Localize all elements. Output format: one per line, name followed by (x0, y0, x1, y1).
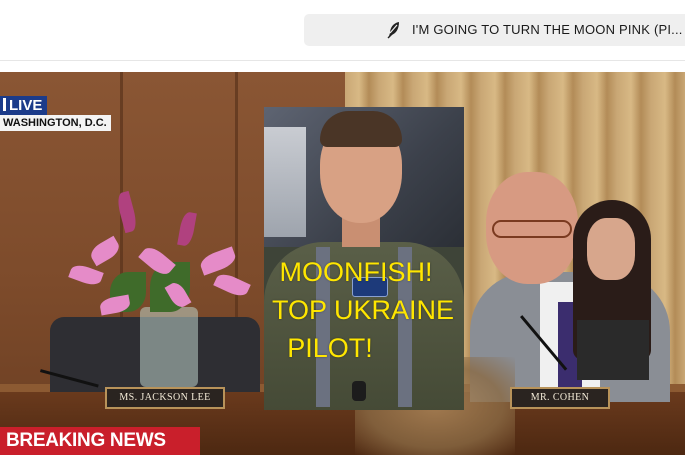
post-title-text: I'M GOING TO TURN THE MOON PINK (PI... (412, 22, 683, 37)
overlay-line-1: MOONFISH! (279, 257, 433, 287)
video-frame[interactable]: MS. JACKSON LEE MR. COHEN LIVE WASHINGTO… (0, 72, 685, 455)
pilot-photo-inset: MOONFISH! TOP UKRAINE PILOT! (264, 107, 464, 410)
hangar-window (264, 127, 306, 237)
overlay-line-2: TOP UKRAINE (271, 295, 455, 325)
breaking-news-banner: BREAKING NEWS (0, 427, 200, 455)
post-title-pill[interactable]: I'M GOING TO TURN THE MOON PINK (PI... (304, 14, 685, 46)
top-bar: I'M GOING TO TURN THE MOON PINK (PI... (0, 0, 685, 61)
woman-behind (573, 200, 653, 380)
overlay-line-3: PILOT! (287, 333, 373, 363)
wristwatch (352, 381, 366, 401)
nameplate-right: MR. COHEN (510, 387, 610, 409)
feather-pen-icon (387, 22, 399, 39)
live-label: LIVE (9, 97, 43, 114)
nameplate-left: MS. JACKSON LEE (105, 387, 225, 409)
flower-vase (140, 307, 198, 387)
live-badge: LIVE (0, 96, 48, 115)
location-label: WASHINGTON, D.C. (0, 115, 111, 131)
